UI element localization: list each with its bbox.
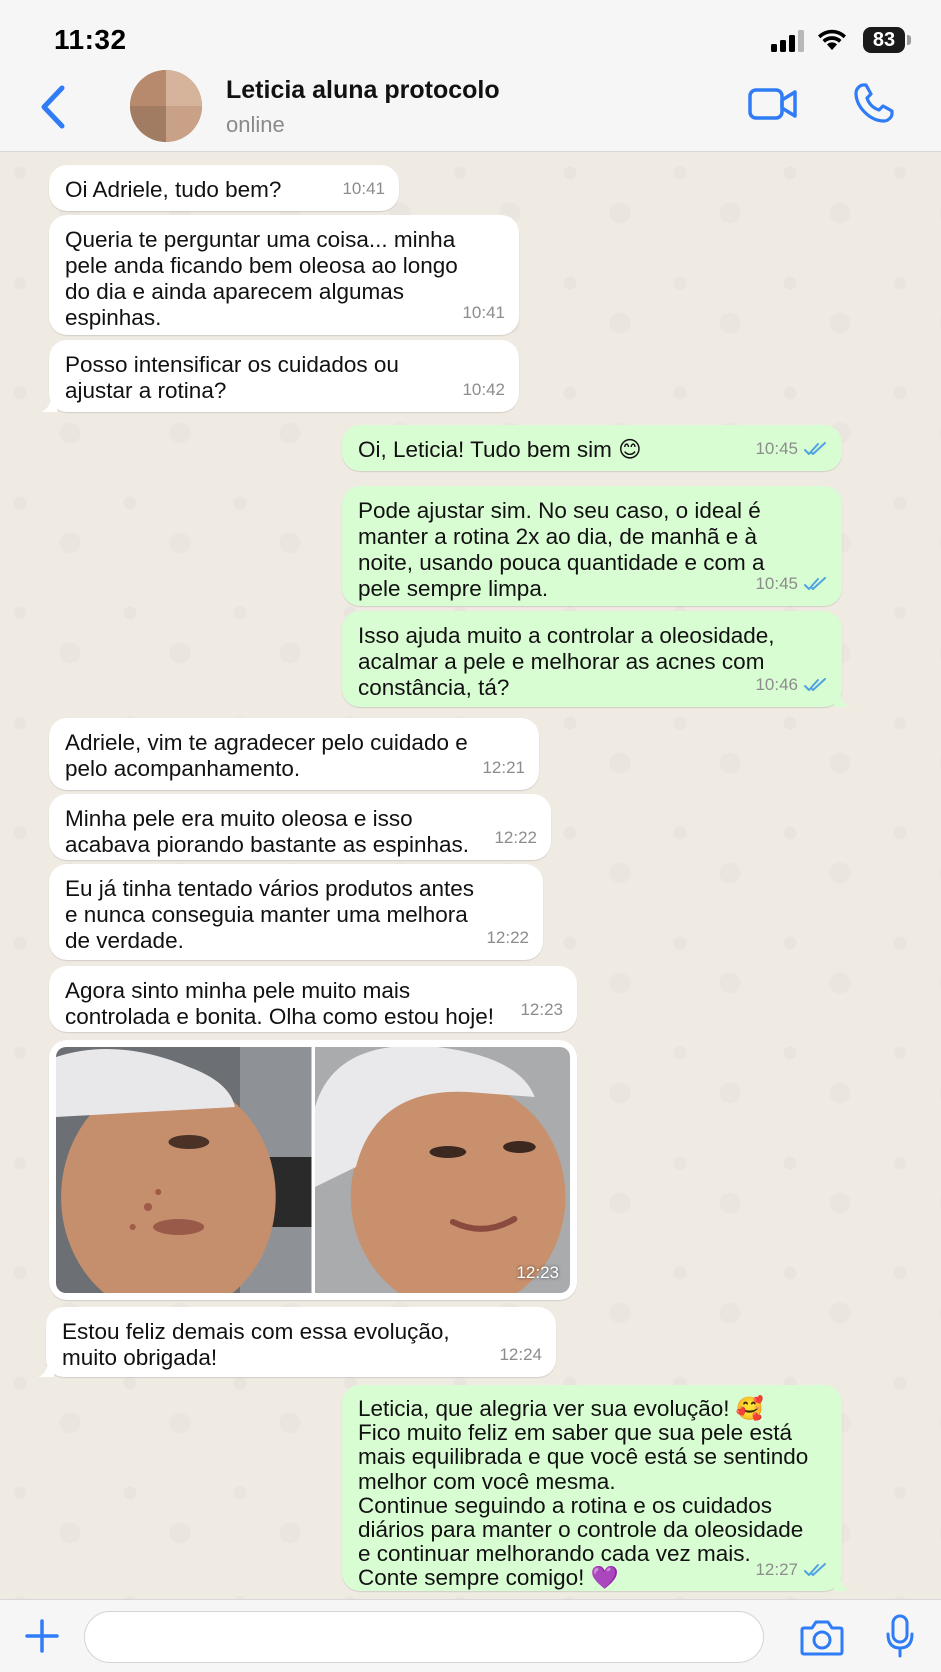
- message-text: Minha pele era muito oleosa e isso acaba…: [65, 806, 470, 857]
- message-text: Estou feliz demais com essa evolução, mu…: [62, 1319, 450, 1370]
- bubble-tail: [834, 1575, 850, 1591]
- avatar-tile: [130, 70, 166, 106]
- incoming-image-message[interactable]: 12:23: [49, 1040, 577, 1300]
- microphone-icon[interactable]: [885, 1614, 915, 1658]
- message-time: 10:41: [462, 303, 505, 322]
- incoming-message[interactable]: Eu já tinha tentado vários produtos ante…: [49, 864, 543, 960]
- bubble-tail: [38, 1361, 54, 1377]
- plus-icon[interactable]: [24, 1618, 60, 1654]
- message-meta: 10:41: [462, 300, 505, 326]
- message-text: Oi Adriele, tudo bem?: [65, 177, 282, 202]
- message-meta: 10:45: [755, 436, 828, 462]
- battery-indicator: 83: [863, 27, 905, 53]
- battery-level: 83: [872, 28, 896, 51]
- incoming-message[interactable]: Estou feliz demais com essa evolução, mu…: [38, 1307, 556, 1377]
- message-meta: 10:45: [755, 571, 828, 597]
- chat-area[interactable]: Oi Adriele, tudo bem? 10:41 Queria te pe…: [0, 153, 941, 1599]
- message-meta: 10:46: [755, 672, 828, 698]
- message-meta: 10:42: [462, 377, 505, 403]
- incoming-message[interactable]: Agora sinto minha pele muito mais contro…: [49, 966, 577, 1032]
- outgoing-message[interactable]: Oi, Leticia! Tudo bem sim 😊 10:45: [342, 425, 842, 471]
- message-meta: 12:21: [482, 755, 525, 781]
- message-time: 12:21: [482, 758, 525, 777]
- message-meta: 12:23: [520, 997, 563, 1023]
- avatar-tile: [130, 106, 166, 142]
- message-time: 10:41: [342, 179, 385, 198]
- message-time: 12:22: [486, 928, 529, 947]
- incoming-message[interactable]: Oi Adriele, tudo bem? 10:41: [49, 165, 399, 211]
- message-time: 12:23: [520, 1000, 563, 1019]
- incoming-message[interactable]: Posso intensificar os cuidados ou ajusta…: [41, 340, 519, 412]
- phone-icon[interactable]: [853, 82, 895, 124]
- read-ticks-icon: [804, 577, 826, 590]
- before-photo: [56, 1047, 312, 1293]
- contact-name[interactable]: Leticia aluna protocolo: [226, 76, 500, 105]
- message-time: 10:45: [755, 439, 798, 458]
- bubble-tail: [834, 691, 850, 707]
- avatar-tile: [166, 70, 202, 106]
- message-time: 10:45: [755, 574, 798, 593]
- status-bar: 11:32 83: [0, 0, 941, 62]
- message-time: 12:22: [494, 828, 537, 847]
- outgoing-message[interactable]: Leticia, que alegria ver sua evolução! 🥰…: [342, 1385, 850, 1591]
- contact-status: online: [226, 112, 285, 137]
- cellular-signal-icon: [771, 30, 804, 52]
- chat-header: Leticia aluna protocolo online: [0, 62, 941, 152]
- message-composer: [0, 1599, 941, 1672]
- read-ticks-icon: [804, 678, 826, 691]
- after-photo: [314, 1047, 570, 1293]
- message-meta: 12:22: [486, 925, 529, 951]
- outgoing-message[interactable]: Pode ajustar sim. No seu caso, o ideal é…: [342, 486, 842, 606]
- message-meta: 12:27: [755, 1558, 828, 1582]
- read-ticks-icon: [804, 1562, 826, 1576]
- status-time: 11:32: [54, 24, 127, 55]
- incoming-message[interactable]: Queria te perguntar uma coisa... minha p…: [49, 215, 519, 335]
- message-text: Adriele, vim te agradecer pelo cuidado e…: [65, 730, 468, 781]
- message-time: 12:27: [755, 1559, 798, 1579]
- avatar-tile: [166, 106, 202, 142]
- outgoing-message[interactable]: Isso ajuda muito a controlar a oleosidad…: [342, 611, 850, 707]
- wifi-icon: [818, 29, 846, 50]
- photo-collage[interactable]: [56, 1047, 570, 1293]
- message-input[interactable]: [84, 1611, 764, 1663]
- avatar[interactable]: [130, 70, 202, 142]
- chevron-left-icon[interactable]: [36, 84, 70, 130]
- incoming-message[interactable]: Adriele, vim te agradecer pelo cuidado e…: [49, 718, 539, 790]
- message-meta: 12:24: [499, 1342, 542, 1368]
- incoming-message[interactable]: Minha pele era muito oleosa e isso acaba…: [49, 794, 551, 860]
- message-time: 12:23: [516, 1263, 559, 1282]
- message-meta: 10:41: [342, 176, 385, 202]
- message-text: Agora sinto minha pele muito mais contro…: [65, 978, 495, 1029]
- message-text: Posso intensificar os cuidados ou ajusta…: [65, 352, 399, 403]
- camera-icon[interactable]: [800, 1618, 844, 1656]
- video-camera-icon[interactable]: [748, 86, 798, 122]
- message-time: 10:46: [755, 675, 798, 694]
- message-time: 10:42: [462, 380, 505, 399]
- message-text: Eu já tinha tentado vários produtos ante…: [65, 876, 475, 953]
- message-time: 12:24: [499, 1345, 542, 1364]
- message-meta: 12:22: [494, 825, 537, 851]
- read-ticks-icon: [804, 442, 826, 455]
- message-text: Queria te perguntar uma coisa... minha p…: [65, 227, 458, 330]
- battery-tip: [907, 35, 911, 45]
- bubble-tail: [41, 396, 57, 412]
